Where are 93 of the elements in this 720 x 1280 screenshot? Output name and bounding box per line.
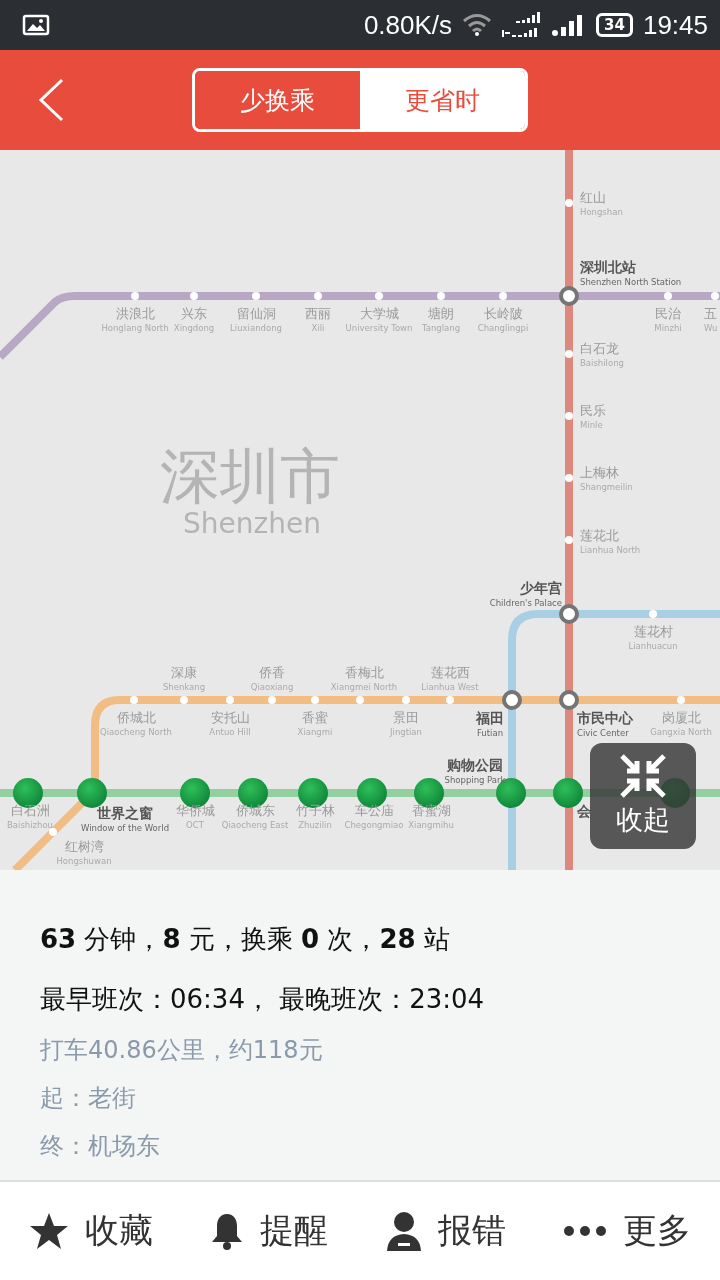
station-name: 市民中心 [577,710,633,726]
bell-icon [210,1212,245,1250]
station-name-en: Lianhua West [421,682,479,692]
destination-text: 终：机场东 [40,1131,161,1162]
station-name: 红山 [580,190,606,205]
collapse-button[interactable]: 收起 [590,743,696,849]
station-name-en: Gangxia North [650,727,712,737]
network-speed: 0.80K/s [363,9,453,41]
station-name: 侨城东 [235,803,275,818]
station-name-en: Xiangmei North [330,682,398,692]
station-name-en: Futian [476,728,504,738]
clock-time: 19:45 [642,9,708,41]
more-icon [563,1225,608,1237]
collapse-icon [618,754,668,798]
station-name-en: Hongshan [580,207,623,217]
station-name-en: Shopping Park [444,775,506,785]
back-icon[interactable] [36,77,66,123]
station-name-en: Lianhuacun [628,641,678,651]
station-name: 香蜜 [302,710,328,725]
station-name-en: Qiaocheng North [100,727,172,737]
station-name-en: Lianhua North [580,545,641,555]
station-name-en: Xili [311,323,325,333]
bell-action[interactable]: 提醒 [210,1208,329,1254]
station-name: 华侨城 [175,803,215,818]
station-name: 红树湾 [64,839,104,854]
station-name: 民乐 [580,403,606,418]
station-name-en: Tanglang [421,323,461,333]
station-name-en: Children's Palace [489,598,562,608]
station-name-en: Xiangmi [297,727,333,737]
station-name: 洪浪北 [115,306,155,321]
station-name: 车公庙 [354,803,394,818]
origin-text: 起：老街 [40,1083,137,1114]
station-name: 塘朗 [428,306,454,321]
station-name-en: Xingdong [173,323,215,333]
star-action[interactable]: 收藏 [28,1208,153,1254]
station-name-en: Chegongmiao [344,820,404,830]
station-name: 福田 [476,710,504,726]
station-name: 五 [704,306,717,321]
station-name: 西丽 [305,306,331,321]
station-name-en: Shangmeilin [580,482,633,492]
station-name: 景田 [393,710,419,725]
station-name-en: Liuxiandong [230,323,282,333]
station-name: 白石龙 [580,341,619,356]
station-name-en: Shenkang [162,682,206,692]
station-name-en: Baishizhou [7,820,53,830]
person-action[interactable]: 报错 [385,1208,506,1254]
station-name-en: Qiaoxiang [250,682,294,692]
wifi-icon [462,13,493,37]
station-name: 上梅林 [580,465,619,480]
station-name: 竹子林 [295,803,335,818]
station-name-en: Baishilong [580,358,624,368]
star-icon [28,1212,69,1250]
station-name-en: Qiaocheng East [221,820,289,830]
station-name: 香梅北 [344,665,384,680]
station-name-en: Zhuzilin [298,820,332,830]
station-name: 岗厦北 [661,710,701,725]
trip-stats: 63 分钟，8 元，换乘 0 次，28 站 [40,923,451,956]
station-name-en: University Town [345,323,413,333]
station-name: 长岭陂 [483,306,523,321]
station-name-en: Wu [704,323,718,333]
station-name-en: Antuo Hill [209,727,251,737]
station-name-en: Civic Center [577,728,629,738]
station-name-en: Changlingpi [477,323,529,333]
station-name: 莲花北 [580,528,619,543]
station-name-en: OCT [186,820,204,830]
station-name: 购物公园 [447,757,503,773]
signal-icon [502,12,543,38]
station-name: 深康 [171,665,197,680]
station-name-en: Minle [580,420,603,430]
station-name: 民治 [655,306,681,321]
station-name: 大学城 [359,306,399,321]
station-name: 兴东 [181,306,207,321]
person-icon [385,1211,422,1251]
station-name: 留仙洞 [236,306,276,321]
route-tab[interactable]: 更省时 [360,71,525,129]
station-name: 安托山 [210,710,250,725]
station-name-en: Window of the World [80,823,170,833]
station-name: 侨香 [259,665,285,680]
more-action[interactable]: 更多 [563,1208,692,1254]
station-name: 侨城北 [116,710,156,725]
station-name: 莲花村 [633,624,673,639]
station-name: 少年宫 [520,580,562,596]
battery-indicator: 34 [596,13,633,37]
station-name-en: Hongshuwan [56,856,112,866]
station-name: 世界之窗 [97,805,153,821]
station-name-en: Minzhi [654,323,682,333]
station-name: 莲花西 [430,665,470,680]
station-name: 深圳北站 [580,259,636,275]
station-name-en: Honglang North [101,323,169,333]
schedule-text: 最早班次：06:34， 最晚班次：23:04 [40,983,486,1016]
station-name-en: Shenzhen North Station [580,277,682,287]
taxi-estimate: 打车40.86公里，约118元 [40,1035,324,1066]
image-icon [22,14,50,36]
